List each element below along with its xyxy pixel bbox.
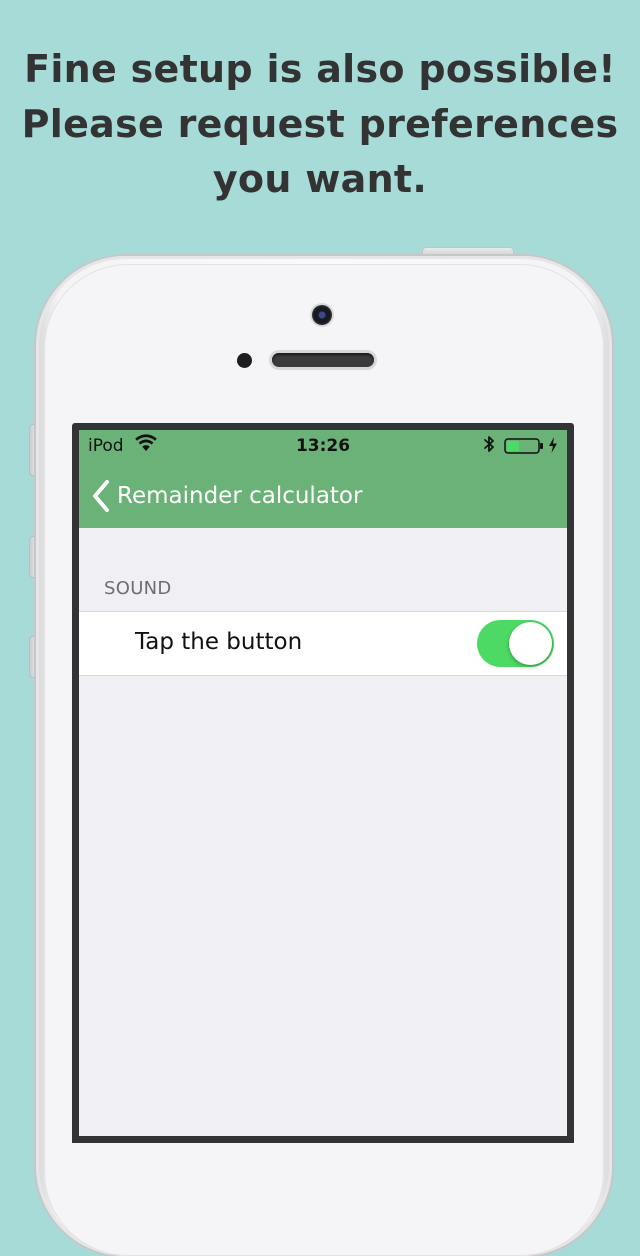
chevron-left-icon	[93, 480, 109, 512]
promo-title: Fine setup is also possible! Please requ…	[0, 42, 640, 207]
back-button-label: Remainder calculator	[117, 483, 363, 509]
settings-row-label: Tap the button	[135, 629, 303, 655]
promo-title-line-1: Fine setup is also possible!	[24, 47, 616, 91]
earpiece-speaker	[272, 353, 374, 367]
status-bar: iPod 13:26	[79, 430, 567, 462]
battery-icon	[504, 438, 543, 454]
charging-icon	[549, 437, 557, 453]
toggle-knob	[509, 622, 552, 665]
phone-screen: iPod 13:26 Remainder calculator SOUND Ta…	[79, 430, 567, 1136]
settings-row-tap-sound: Tap the button	[79, 611, 567, 676]
promo-title-line-3: you want.	[212, 157, 428, 201]
tap-sound-toggle[interactable]	[477, 620, 554, 667]
front-camera	[312, 305, 332, 325]
bluetooth-icon	[484, 436, 494, 452]
navigation-bar: iPod 13:26 Remainder calculator	[79, 430, 567, 528]
section-header-sound: SOUND	[104, 578, 172, 599]
promo-title-line-2: Please request preferences	[21, 102, 619, 146]
proximity-sensor	[237, 353, 252, 368]
back-button[interactable]: Remainder calculator	[91, 476, 362, 516]
